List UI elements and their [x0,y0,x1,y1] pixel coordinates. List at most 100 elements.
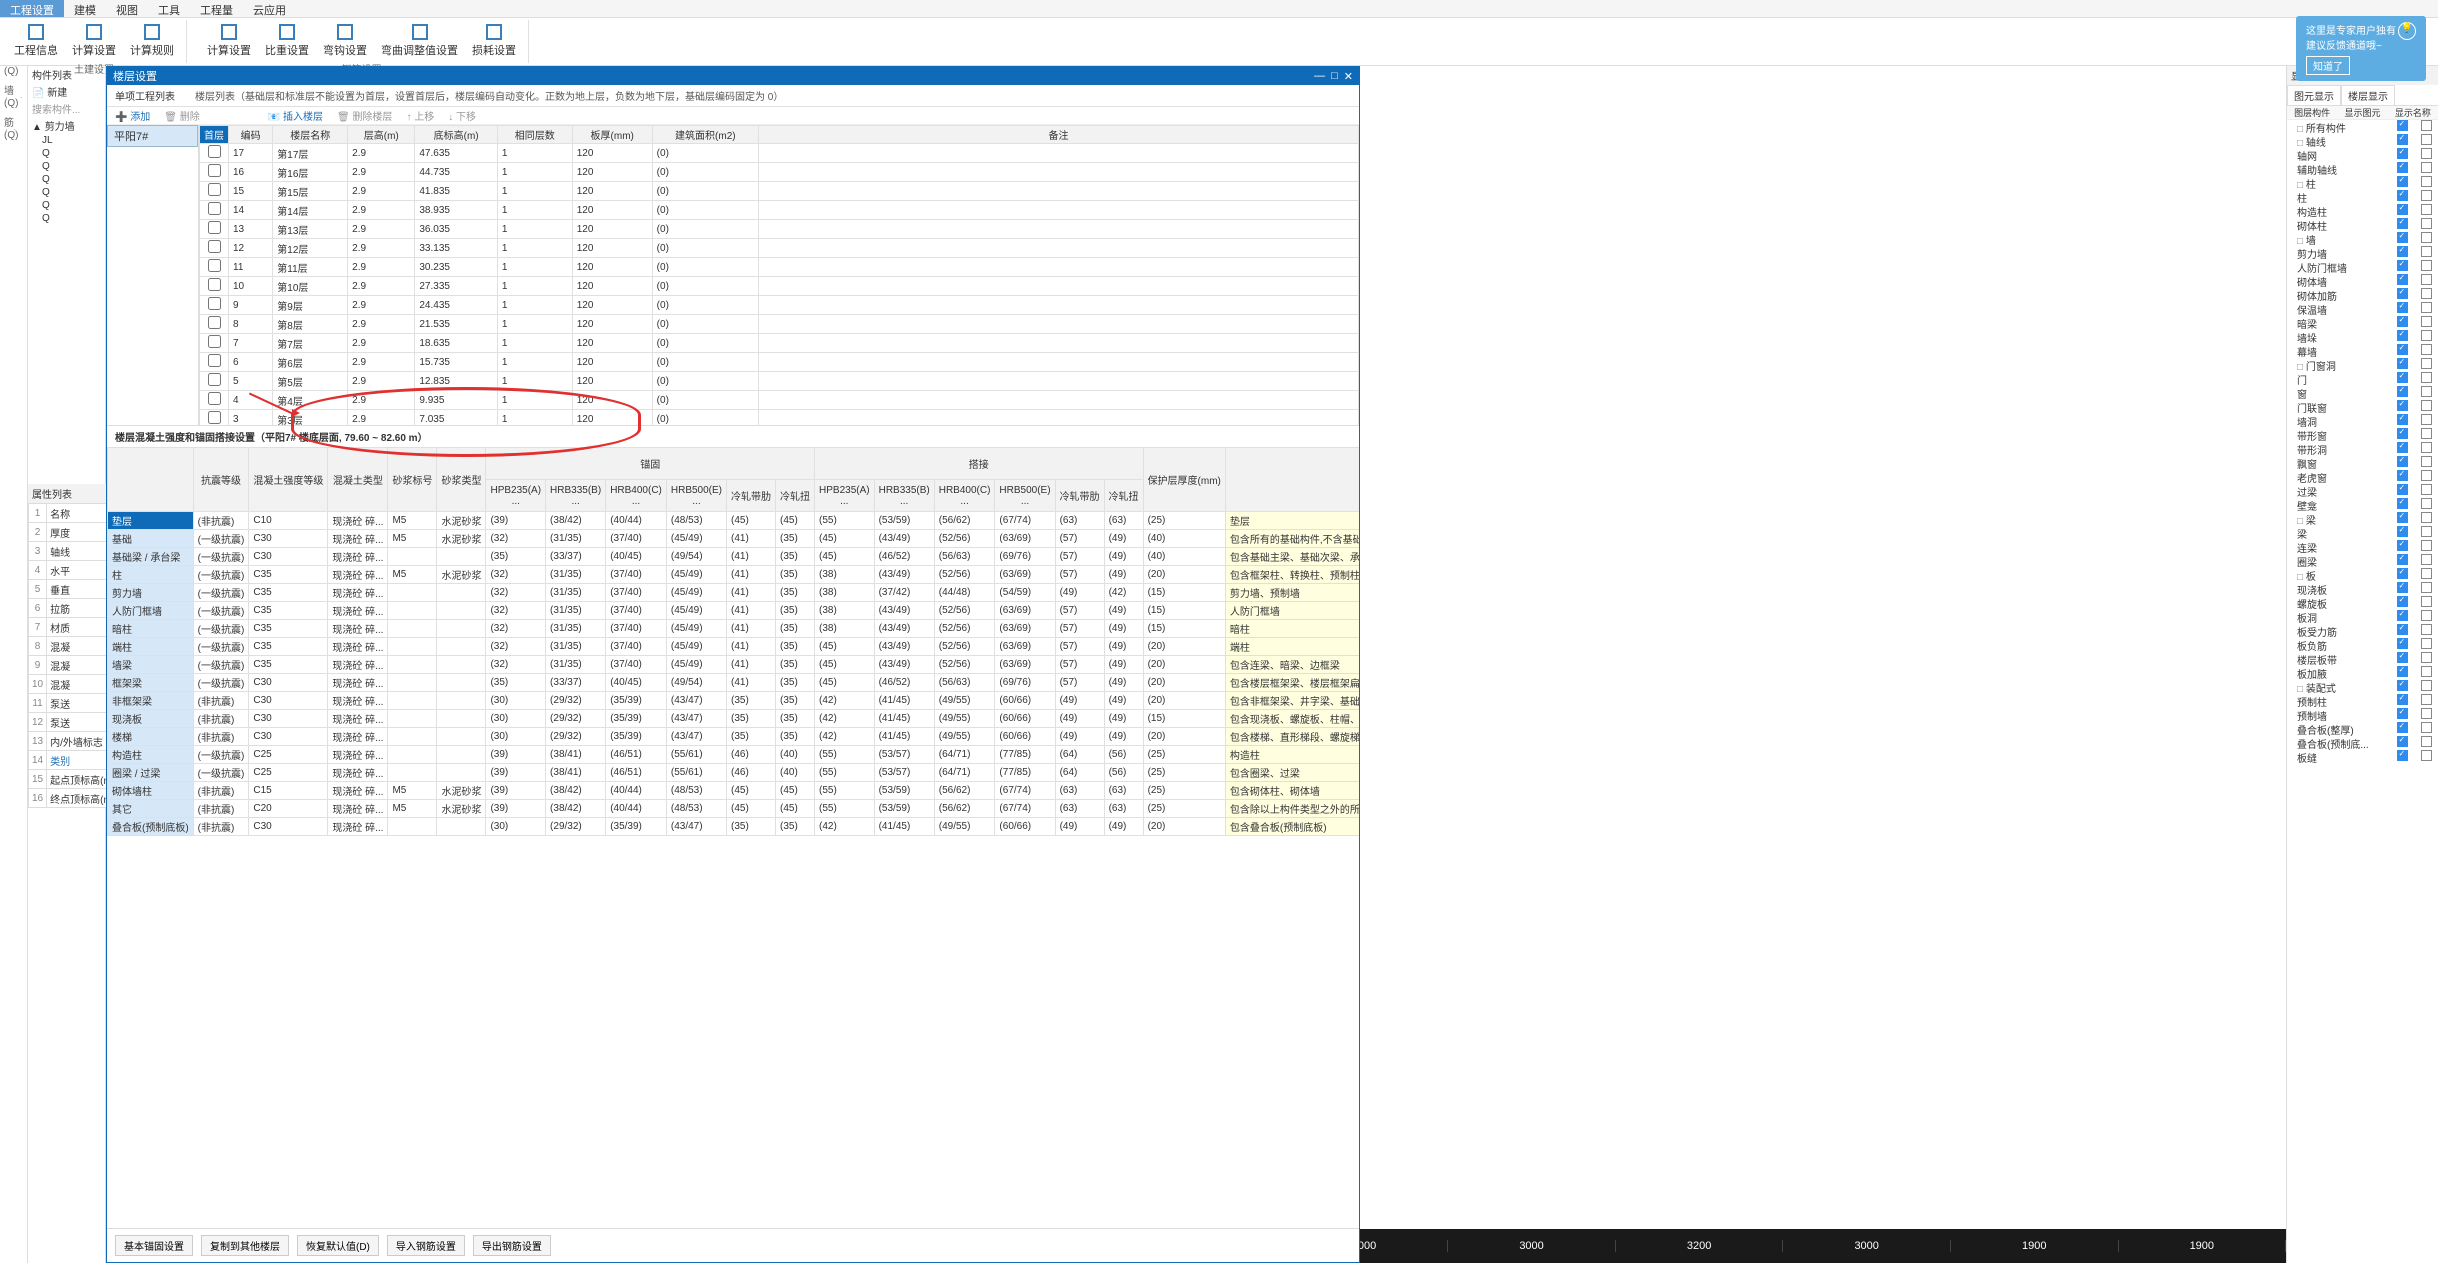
btn-导出钢筋设置[interactable]: 导出钢筋设置 [473,1235,551,1256]
floor-row[interactable]: 3第3层2.97.0351120(0) [200,410,1359,426]
ribbon-计算规则[interactable]: 计算规则 [126,20,178,60]
floor-row[interactable]: 12第12层2.933.1351120(0) [200,239,1359,258]
rp-row[interactable]: 板受力筋 [2287,624,2438,638]
tab-element-display[interactable]: 图元显示 [2287,85,2341,105]
rp-row[interactable]: 门联窗 [2287,400,2438,414]
rp-row[interactable]: 轴线 [2287,134,2438,148]
ribbon-工程信息[interactable]: 工程信息 [10,20,62,60]
rp-row[interactable]: 柱 [2287,176,2438,190]
tab-floor-display[interactable]: 楼层显示 [2341,85,2395,105]
rp-row[interactable]: 辅助轴线 [2287,162,2438,176]
rp-row[interactable]: 人防门框墙 [2287,260,2438,274]
rp-row[interactable]: 暗梁 [2287,316,2438,330]
floor-row[interactable]: 8第8层2.921.5351120(0) [200,315,1359,334]
rp-row[interactable]: 轴网 [2287,148,2438,162]
rp-row[interactable]: 构造柱 [2287,204,2438,218]
ribbon-比重设置[interactable]: 比重设置 [261,20,313,60]
rp-row[interactable]: 板负筋 [2287,638,2438,652]
menu-4[interactable]: 工程量 [190,0,243,17]
ribbon-计算设置[interactable]: 计算设置 [68,20,120,60]
rp-row[interactable]: 墙垛 [2287,330,2438,344]
conc-row[interactable]: 剪力墙(一级抗震)C35现浇砼 碎...(32)(31/35)(37/40)(4… [108,584,1360,602]
conc-row[interactable]: 垫层(非抗震)C10现浇砼 碎...M5水泥砂浆(39)(38/42)(40/4… [108,512,1360,530]
search-input[interactable]: 搜索构件... [28,100,105,117]
conc-row[interactable]: 基础(一级抗震)C30现浇砼 碎...M5水泥砂浆(32)(31/35)(37/… [108,530,1360,548]
rp-row[interactable]: 门窗洞 [2287,358,2438,372]
btn-复制到其他楼层[interactable]: 复制到其他楼层 [201,1235,289,1256]
rp-row[interactable]: 墙洞 [2287,414,2438,428]
rp-row[interactable]: 剪力墙 [2287,246,2438,260]
rp-row[interactable]: 板洞 [2287,610,2438,624]
menu-1[interactable]: 建模 [64,0,106,17]
floor-row[interactable]: 13第13层2.936.0351120(0) [200,220,1359,239]
conc-row[interactable]: 框架梁(一级抗震)C30现浇砼 碎...(35)(33/37)(40/45)(4… [108,674,1360,692]
rp-row[interactable]: 带形洞 [2287,442,2438,456]
rp-row[interactable]: 梁 [2287,526,2438,540]
menu-2[interactable]: 视图 [106,0,148,17]
conc-row[interactable]: 叠合板(预制底板)(非抗震)C30现浇砼 碎...(30)(29/32)(35/… [108,818,1360,836]
conc-row[interactable]: 墙梁(一级抗震)C35现浇砼 碎...(32)(31/35)(37/40)(45… [108,656,1360,674]
maximize-icon[interactable]: □ [1331,70,1338,83]
rp-row[interactable]: 装配式 [2287,680,2438,694]
tree-root[interactable]: ▲ 剪力墙 [28,117,105,134]
rp-row[interactable]: 板缝 [2287,750,2438,764]
project-item[interactable]: 平阳7# [107,125,198,147]
rp-row[interactable]: 保温墙 [2287,302,2438,316]
del-button[interactable]: 🗑 删除 [164,108,199,123]
rp-row[interactable]: 楼层板带 [2287,652,2438,666]
rp-row[interactable]: 砌体柱 [2287,218,2438,232]
move-up-button[interactable]: ↑ 上移 [406,108,434,123]
btn-恢复默认值(D)[interactable]: 恢复默认值(D) [297,1235,379,1256]
conc-row[interactable]: 柱(一级抗震)C35现浇砼 碎...M5水泥砂浆(32)(31/35)(37/4… [108,566,1360,584]
floor-row[interactable]: 17第17层2.947.6351120(0) [200,144,1359,163]
rp-row[interactable]: 砌体加筋 [2287,288,2438,302]
rp-row[interactable]: 所有构件 [2287,120,2438,134]
conc-row[interactable]: 楼梯(非抗震)C30现浇砼 碎...(30)(29/32)(35/39)(43/… [108,728,1360,746]
rp-row[interactable]: 预制墙 [2287,708,2438,722]
rp-row[interactable]: 壁龛 [2287,498,2438,512]
rp-row[interactable]: 板 [2287,568,2438,582]
floor-row[interactable]: 10第10层2.927.3351120(0) [200,277,1359,296]
conc-row[interactable]: 现浇板(非抗震)C30现浇砼 碎...(30)(29/32)(35/39)(43… [108,710,1360,728]
help-tip-confirm[interactable]: 知道了 [2306,56,2350,75]
rp-row[interactable]: 窗 [2287,386,2438,400]
floor-table[interactable]: 首层编码楼层名称层高(m)底标高(m)相同层数板厚(mm)建筑面积(m2)备注 … [199,125,1359,425]
rp-row[interactable]: 螺旋板 [2287,596,2438,610]
conc-row[interactable]: 端柱(一级抗震)C35现浇砼 碎...(32)(31/35)(37/40)(45… [108,638,1360,656]
conc-row[interactable]: 暗柱(一级抗震)C35现浇砼 碎...(32)(31/35)(37/40)(45… [108,620,1360,638]
ribbon-弯钩设置[interactable]: 弯钩设置 [319,20,371,60]
ribbon-损耗设置[interactable]: 损耗设置 [468,20,520,60]
conc-row[interactable]: 基础梁 / 承台梁(一级抗震)C30现浇砼 碎...(35)(33/37)(40… [108,548,1360,566]
ribbon-计算设置[interactable]: 计算设置 [203,20,255,60]
floor-row[interactable]: 16第16层2.944.7351120(0) [200,163,1359,182]
conc-row[interactable]: 圈梁 / 过梁(一级抗震)C25现浇砼 碎...(39)(38/41)(46/5… [108,764,1360,782]
new-button[interactable]: 📄 新建 [28,83,105,100]
rp-row[interactable]: 老虎窗 [2287,470,2438,484]
floor-row[interactable]: 7第7层2.918.6351120(0) [200,334,1359,353]
conc-row[interactable]: 砌体墙柱(非抗震)C15现浇砼 碎...M5水泥砂浆(39)(38/42)(40… [108,782,1360,800]
conc-row[interactable]: 非框架梁(非抗震)C30现浇砼 碎...(30)(29/32)(35/39)(4… [108,692,1360,710]
rp-row[interactable]: 墙 [2287,232,2438,246]
rp-row[interactable]: 板加腋 [2287,666,2438,680]
menu-0[interactable]: 工程设置 [0,0,64,17]
rp-row[interactable]: 预制柱 [2287,694,2438,708]
rp-row[interactable]: 带形窗 [2287,428,2438,442]
rp-row[interactable]: 现浇板 [2287,582,2438,596]
rp-row[interactable]: 门 [2287,372,2438,386]
add-button[interactable]: ➕ 添加 [115,108,150,123]
floor-row[interactable]: 9第9层2.924.4351120(0) [200,296,1359,315]
rp-row[interactable]: 砌体墙 [2287,274,2438,288]
close-icon[interactable]: ✕ [1344,70,1353,83]
concrete-table[interactable]: 抗震等级混凝土强度等级混凝土类型砂浆标号砂浆类型锚固搭接保护层厚度(mm)备注H… [107,447,1359,836]
btn-基本锚固设置[interactable]: 基本锚固设置 [115,1235,193,1256]
move-down-button[interactable]: ↓ 下移 [448,108,476,123]
conc-row[interactable]: 人防门框墙(一级抗震)C35现浇砼 碎...(32)(31/35)(37/40)… [108,602,1360,620]
rp-row[interactable]: 叠合板(整厚) [2287,722,2438,736]
rp-row[interactable]: 连梁 [2287,540,2438,554]
rp-row[interactable]: 过梁 [2287,484,2438,498]
rp-row[interactable]: 幕墙 [2287,344,2438,358]
btn-导入钢筋设置[interactable]: 导入钢筋设置 [387,1235,465,1256]
floor-row[interactable]: 5第5层2.912.8351120(0) [200,372,1359,391]
menu-5[interactable]: 云应用 [243,0,296,17]
floor-row[interactable]: 14第14层2.938.9351120(0) [200,201,1359,220]
